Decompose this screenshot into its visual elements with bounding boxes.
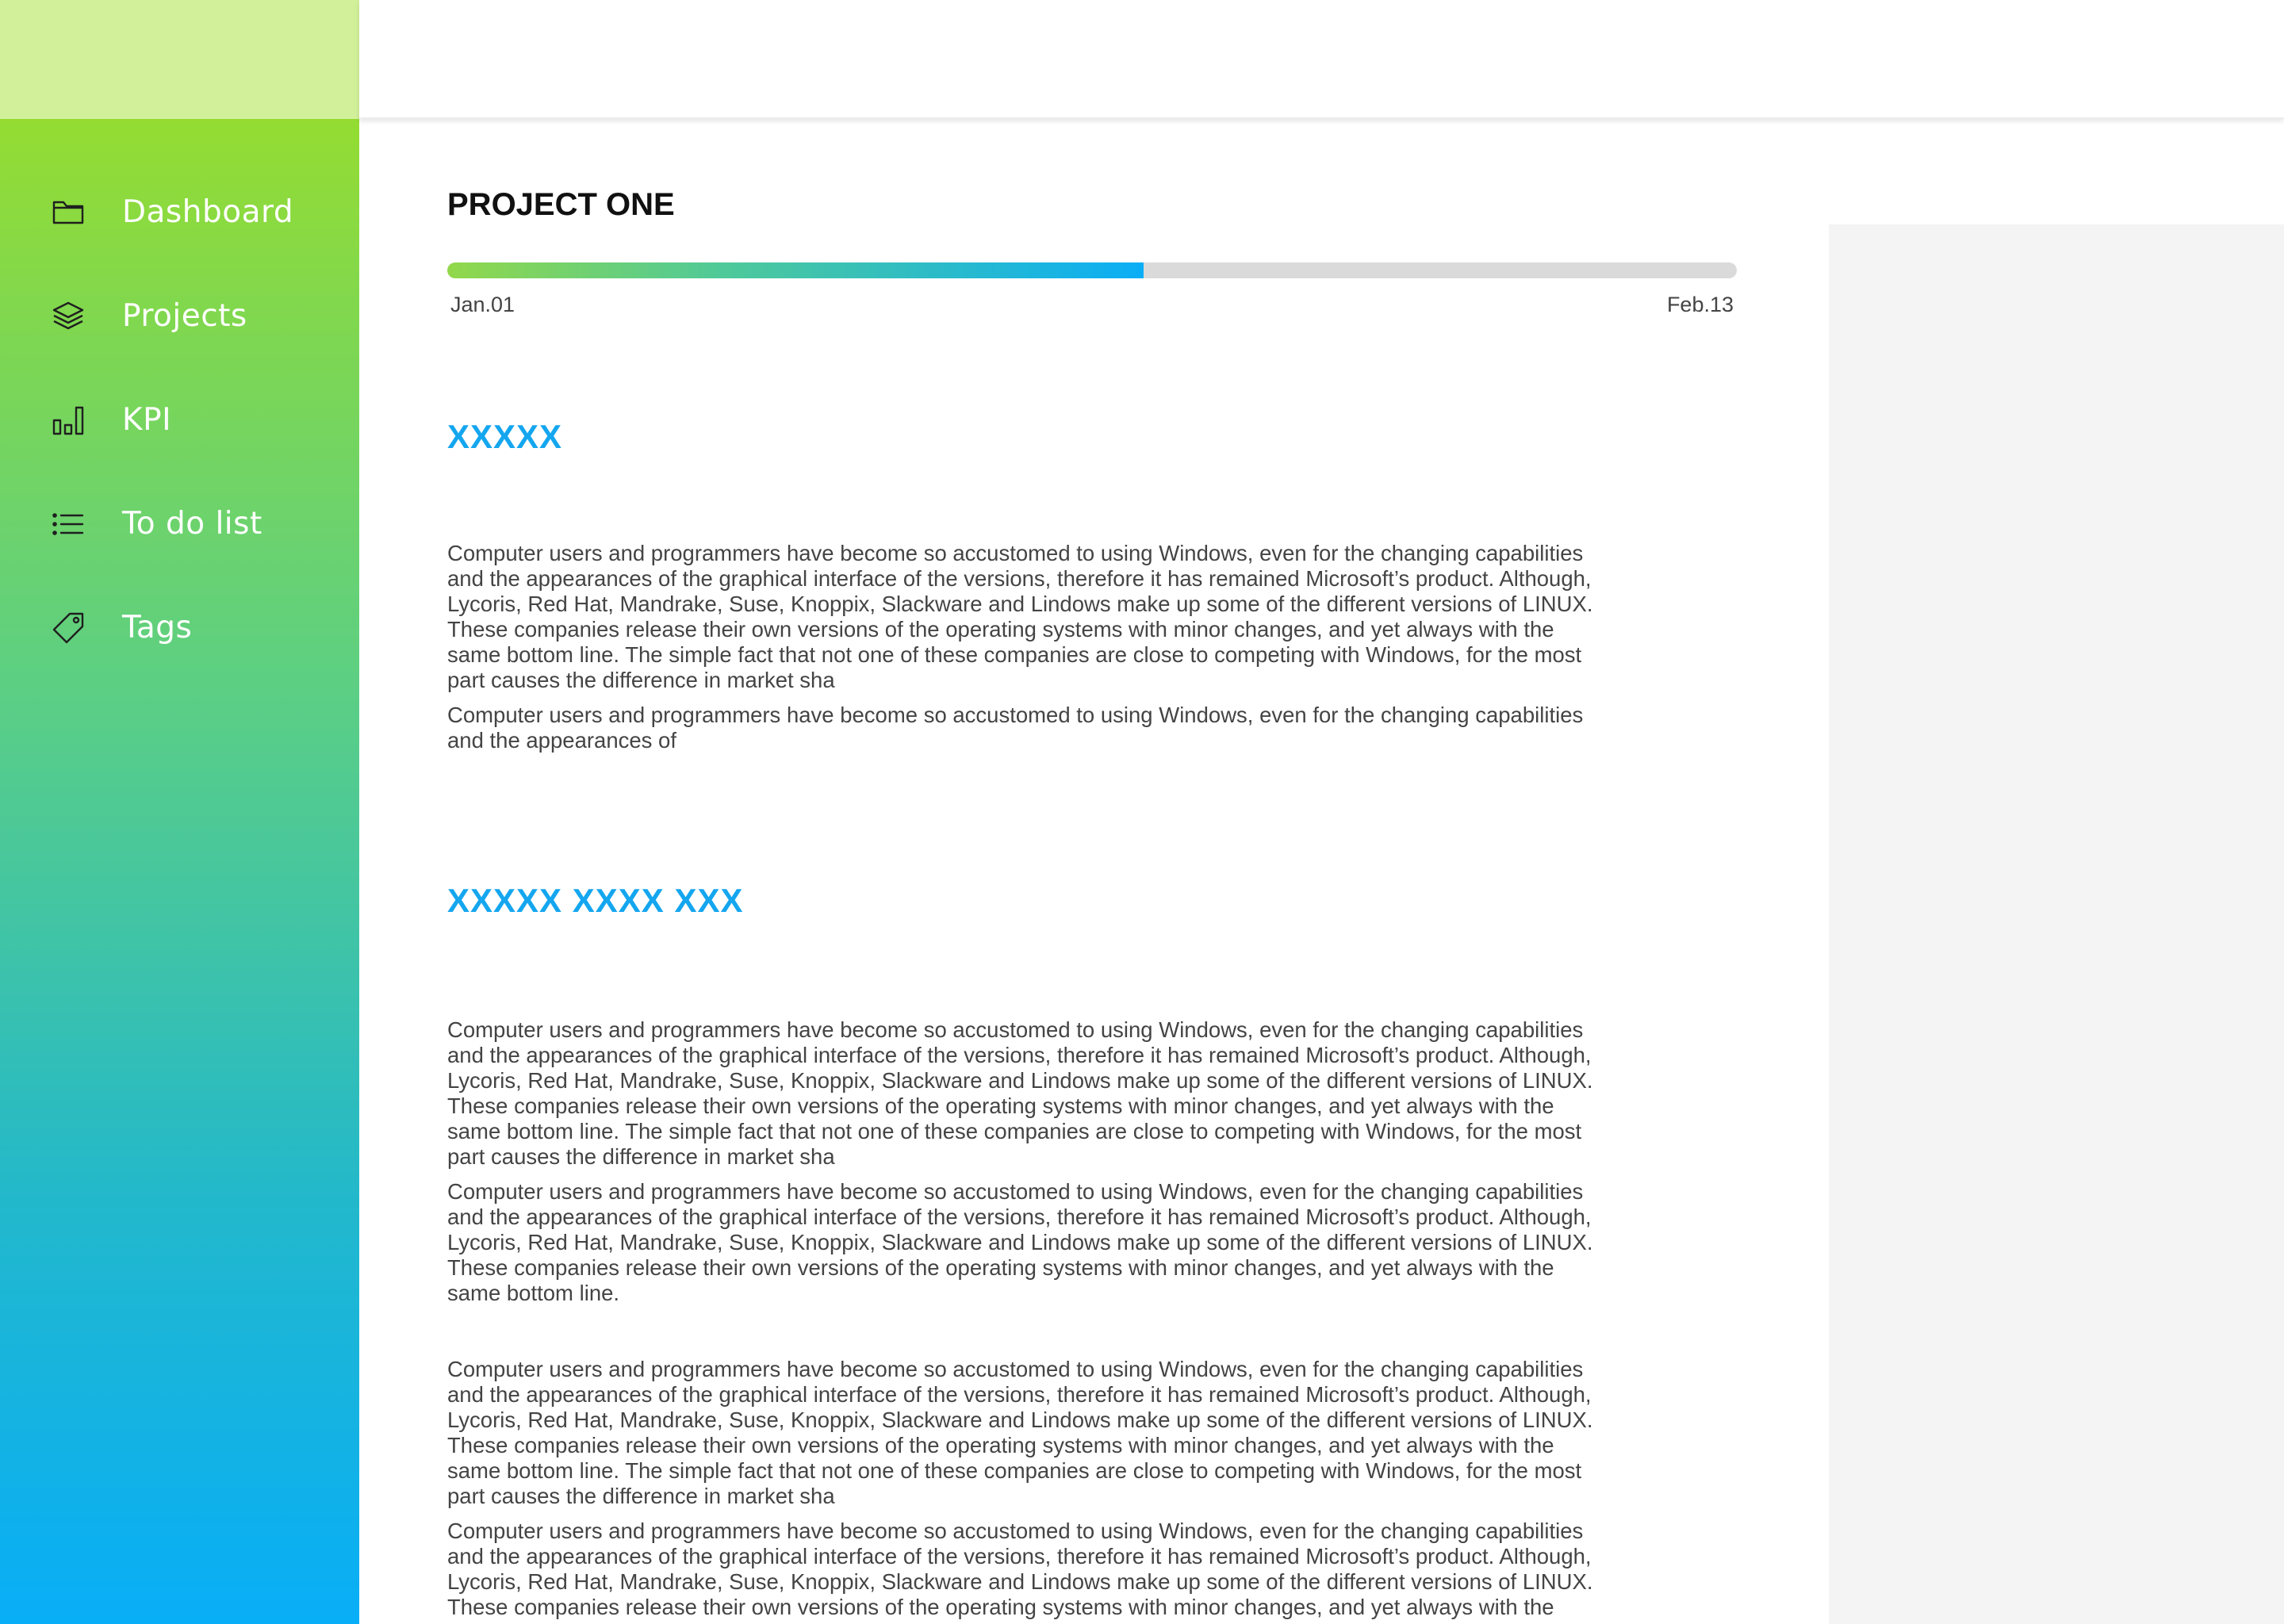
sidebar-item-label: Projects [122,298,247,334]
paragraph: Computer users and programmers have beco… [447,541,1593,692]
section-body: Computer users and programmers have beco… [447,1017,1795,1624]
sidebar-logo-area [0,0,359,119]
sidebar-item-to-do-list[interactable]: To do list [0,472,359,576]
section-heading[interactable]: XXXXX [447,416,1795,458]
project-progress-fill [447,262,1144,278]
list-icon [51,507,86,542]
progress-dates: Jan.01 Feb.13 [447,293,1737,317]
bar-chart-icon [51,403,86,438]
folder-icon [51,195,86,230]
sidebar-item-label: Tags [122,610,193,645]
right-panel [1829,224,2284,1624]
tag-icon [51,611,86,645]
paragraph: Computer users and programmers have beco… [447,703,1584,753]
paragraph: Computer users and programmers have beco… [447,1519,1593,1624]
main-content: PROJECT ONE Jan.01 Feb.13 XXXXX Computer… [447,184,1795,1624]
sidebar-item-label: To do list [122,506,263,542]
sidebar-item-tags[interactable]: Tags [0,576,359,680]
paragraph: Computer users and programmers have beco… [447,1017,1593,1169]
progress-start-date: Jan.01 [450,293,515,316]
sidebar-item-label: KPI [122,402,172,438]
layers-icon [51,299,86,334]
sidebar-item-projects[interactable]: Projects [0,264,359,368]
top-header [359,0,2284,119]
page-title: PROJECT ONE [447,187,675,222]
paragraph: Computer users and programmers have beco… [447,1179,1593,1305]
app-window: Dashboard Projects KPI To do list Tags P… [0,0,2284,1624]
progress-end-date: Feb.13 [1666,293,1734,316]
sidebar: Dashboard Projects KPI To do list Tags [0,119,359,1624]
project-progress-bar [447,262,1737,278]
section-heading[interactable]: XXXXX XXXX XXX [447,880,1795,921]
sidebar-item-dashboard[interactable]: Dashboard [0,160,359,264]
paragraph: Computer users and programmers have beco… [447,1357,1593,1508]
section-body: Computer users and programmers have beco… [447,541,1795,753]
sidebar-nav: Dashboard Projects KPI To do list Tags [0,160,359,680]
sidebar-item-label: Dashboard [122,194,294,230]
sidebar-item-kpi[interactable]: KPI [0,368,359,472]
